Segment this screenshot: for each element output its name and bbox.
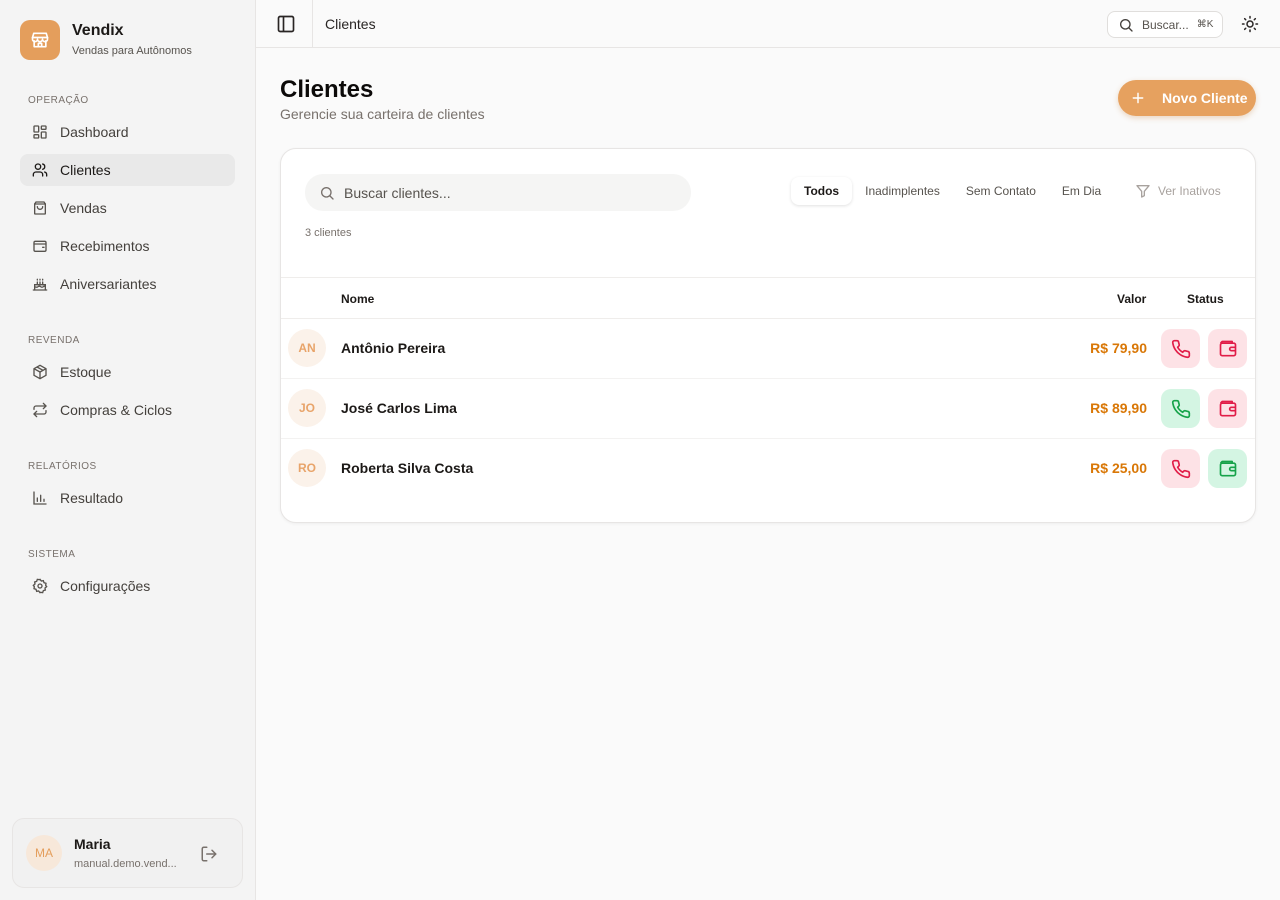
sidebar: Vendix Vendas para Autônomos OPERAÇÃO Da… xyxy=(0,0,256,900)
sidebar-item-dashboard[interactable]: Dashboard xyxy=(20,116,235,148)
phone-icon xyxy=(1171,339,1190,358)
section-label-sistema: SISTEMA xyxy=(28,549,76,560)
new-client-label: Novo Cliente xyxy=(1162,90,1248,106)
topbar: Clientes Buscar... ⌘K xyxy=(256,0,1280,48)
client-value: R$ 79,90 xyxy=(1090,340,1147,356)
user-email: manual.demo.vend... xyxy=(74,857,177,870)
dashboard-icon xyxy=(33,125,47,139)
table-row[interactable]: RO Roberta Silva Costa R$ 25,00 xyxy=(281,439,1255,499)
payment-status-button[interactable] xyxy=(1208,389,1247,428)
client-count: 3 clientes xyxy=(305,227,352,239)
sidebar-item-compras-ciclos[interactable]: Compras & Ciclos xyxy=(20,394,235,426)
column-header-value: Valor xyxy=(1117,292,1147,306)
shopping-bag-icon xyxy=(34,201,46,215)
sidebar-item-resultado[interactable]: Resultado xyxy=(20,482,235,514)
sidebar-item-label: Estoque xyxy=(60,364,112,380)
store-icon xyxy=(20,20,60,60)
tab-em-dia[interactable]: Em Dia xyxy=(1049,177,1114,205)
cake-icon xyxy=(32,278,48,291)
brand-name: Vendix xyxy=(72,22,124,39)
repeat-icon xyxy=(33,402,47,418)
wallet-icon xyxy=(1219,400,1236,416)
payment-status-button[interactable] xyxy=(1208,449,1247,488)
table-header: Nome Valor Status xyxy=(281,277,1255,319)
sidebar-item-clientes[interactable]: Clientes xyxy=(20,154,235,186)
avatar: RO xyxy=(288,449,326,487)
payment-status-button[interactable] xyxy=(1208,329,1247,368)
sidebar-item-label: Compras & Ciclos xyxy=(60,402,173,418)
avatar: JO xyxy=(288,389,326,427)
tab-inadimplentes[interactable]: Inadimplentes xyxy=(852,177,953,205)
sidebar-item-label: Vendas xyxy=(60,200,107,216)
phone-icon xyxy=(1171,399,1190,418)
divider xyxy=(312,0,313,48)
search-icon xyxy=(321,186,334,200)
sidebar-item-configuracoes[interactable]: Configurações xyxy=(20,570,235,602)
user-name: Maria xyxy=(74,835,111,852)
plus-icon xyxy=(1132,92,1144,104)
client-value: R$ 25,00 xyxy=(1090,460,1147,476)
wallet-icon xyxy=(1219,340,1236,356)
section-label-operacao: OPERAÇÃO xyxy=(28,95,89,106)
column-header-name: Nome xyxy=(341,292,375,306)
sidebar-item-label: Recebimentos xyxy=(60,238,150,254)
sidebar-toggle-icon[interactable] xyxy=(276,14,296,34)
gear-icon xyxy=(32,578,48,594)
table-row[interactable]: AN Antônio Pereira R$ 79,90 xyxy=(281,319,1255,379)
filter-icon xyxy=(1136,185,1150,198)
sidebar-item-label: Resultado xyxy=(60,490,124,506)
brand-subtitle: Vendas para Autônomos xyxy=(72,45,192,57)
client-name: José Carlos Lima xyxy=(341,400,457,416)
global-search-label: Buscar... xyxy=(1142,17,1189,32)
sidebar-item-label: Dashboard xyxy=(60,124,129,140)
search-input[interactable] xyxy=(344,184,664,201)
brand[interactable]: Vendix Vendas para Autônomos xyxy=(20,20,192,60)
contact-status-button[interactable] xyxy=(1161,449,1200,488)
global-search-button[interactable]: Buscar... ⌘K xyxy=(1107,11,1223,38)
users-icon xyxy=(32,163,48,177)
package-icon xyxy=(33,364,47,380)
contact-status-button[interactable] xyxy=(1161,329,1200,368)
avatar: AN xyxy=(288,329,326,367)
tab-sem-contato[interactable]: Sem Contato xyxy=(953,177,1049,205)
sidebar-item-label: Aniversariantes xyxy=(60,276,157,292)
show-inactive-button[interactable]: Ver Inativos xyxy=(1135,183,1221,199)
client-search[interactable] xyxy=(305,174,691,211)
breadcrumb: Clientes xyxy=(325,16,376,32)
page-subtitle: Gerencie sua carteira de clientes xyxy=(280,106,485,122)
wallet-icon xyxy=(33,240,47,252)
sidebar-item-label: Configurações xyxy=(60,578,151,594)
sidebar-item-estoque[interactable]: Estoque xyxy=(20,356,235,388)
bar-chart-icon xyxy=(33,491,47,505)
client-value: R$ 89,90 xyxy=(1090,400,1147,416)
search-icon xyxy=(1120,18,1133,32)
tab-todos[interactable]: Todos xyxy=(791,177,853,205)
sun-icon[interactable] xyxy=(1241,15,1259,33)
logout-icon[interactable] xyxy=(200,845,218,863)
new-client-button[interactable]: Novo Cliente xyxy=(1118,80,1256,116)
sidebar-item-label: Clientes xyxy=(60,162,111,178)
table-row[interactable]: JO José Carlos Lima R$ 89,90 xyxy=(281,379,1255,439)
sidebar-item-recebimentos[interactable]: Recebimentos xyxy=(20,230,235,262)
phone-icon xyxy=(1171,459,1190,478)
sidebar-item-aniversariantes[interactable]: Aniversariantes xyxy=(20,268,235,300)
sidebar-item-vendas[interactable]: Vendas xyxy=(20,192,235,224)
shortcut-hint: ⌘K xyxy=(1196,19,1214,30)
wallet-icon xyxy=(1219,460,1236,476)
page-title: Clientes xyxy=(280,76,374,103)
avatar: MA xyxy=(26,835,62,871)
client-name: Antônio Pereira xyxy=(341,340,446,356)
clients-card: Todos Inadimplentes Sem Contato Em Dia V… xyxy=(280,148,1256,523)
filter-tabs: Todos Inadimplentes Sem Contato Em Dia xyxy=(791,175,1114,207)
section-label-relatorios: RELATÓRIOS xyxy=(28,461,97,472)
section-label-revenda: REVENDA xyxy=(28,335,80,346)
show-inactive-label: Ver Inativos xyxy=(1158,184,1221,198)
column-header-status: Status xyxy=(1187,292,1224,306)
contact-status-button[interactable] xyxy=(1161,389,1200,428)
user-card[interactable]: MA Maria manual.demo.vend... xyxy=(12,818,243,888)
client-name: Roberta Silva Costa xyxy=(341,460,474,476)
